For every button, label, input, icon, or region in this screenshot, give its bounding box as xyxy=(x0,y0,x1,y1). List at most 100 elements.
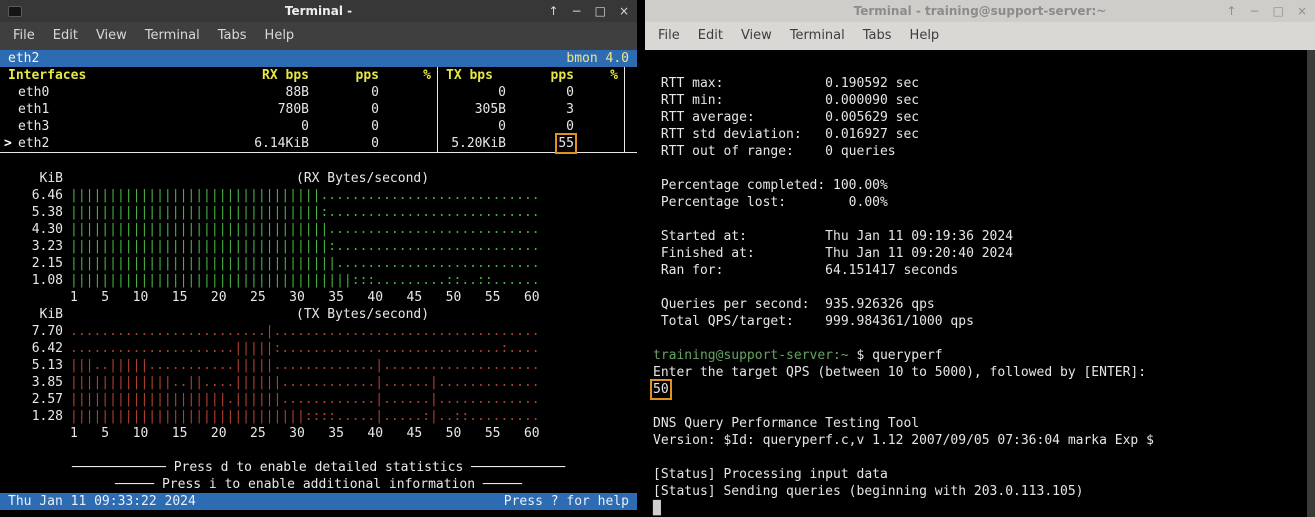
rollup-button[interactable]: ↑ xyxy=(548,0,558,22)
minimize-button[interactable]: − xyxy=(1250,0,1260,22)
menu-tabs[interactable]: Tabs xyxy=(209,22,256,50)
tx-pps-value: 0 xyxy=(512,118,580,135)
menu-edit[interactable]: Edit xyxy=(44,22,87,50)
interface-row-eth1[interactable]: eth1 780B 0 305B 3 xyxy=(0,101,637,118)
left-window-title: Terminal - xyxy=(285,4,352,18)
rtt-max-line: RTT max: 0.190592 sec xyxy=(653,75,1315,92)
tx-pps-value: 55 xyxy=(512,135,580,152)
menu-tabs[interactable]: Tabs xyxy=(854,22,901,50)
prompt-user-host: training@support-server:~ xyxy=(653,348,849,363)
menu-file[interactable]: File xyxy=(4,22,44,50)
interface-name: eth1 xyxy=(0,101,225,118)
menu-view[interactable]: View xyxy=(87,22,136,50)
selection-marker: > xyxy=(4,135,12,152)
menu-edit[interactable]: Edit xyxy=(689,22,732,50)
queryperf-terminal-screen[interactable]: RTT max: 0.190592 sec RTT min: 0.000090 … xyxy=(645,50,1315,517)
rx-y-label: 4.30 xyxy=(0,221,70,238)
tx-bps-value: 0 xyxy=(437,84,512,101)
rx-y-label: 2.15 xyxy=(0,255,70,272)
tx-bps-value: 305B xyxy=(437,101,512,118)
total-qps-line: Total QPS/target: 999.984361/1000 qps xyxy=(653,313,1315,330)
bmon-interface-table: Interfaces RX bps pps % TX bps pps % eth… xyxy=(0,67,637,153)
tx-x-axis: 1 5 10 15 20 25 30 35 40 45 50 55 60 xyxy=(70,425,540,442)
rx-y-label: 1.08 xyxy=(0,272,70,289)
menu-terminal[interactable]: Terminal xyxy=(781,22,854,50)
right-menubar: File Edit View Terminal Tabs Help xyxy=(645,22,1315,50)
rx-pct-value xyxy=(385,135,437,152)
menu-help[interactable]: Help xyxy=(901,22,949,50)
rx-y-label: 6.46 xyxy=(0,187,70,204)
rx-pps-value: 0 xyxy=(315,101,385,118)
menu-file[interactable]: File xyxy=(649,22,689,50)
rx-bps-value: 88B xyxy=(225,84,315,101)
tx-graph-row: 5.13 |||..|||||...........|||||.........… xyxy=(0,357,637,374)
rx-graph-bars: |||||||||||||||||||||||||||||||||.......… xyxy=(70,221,540,238)
tx-graph-unit: KiB xyxy=(0,306,70,323)
rx-graph-axis: 1 5 10 15 20 25 30 35 40 45 50 55 60 xyxy=(0,289,637,306)
interface-row-eth3[interactable]: eth3 0 0 0 0 xyxy=(0,118,637,135)
blank-line xyxy=(653,160,1315,177)
col-tx-pps: pps xyxy=(512,67,580,84)
rx-graph-row: 4.30 |||||||||||||||||||||||||||||||||..… xyxy=(0,221,637,238)
close-button[interactable]: × xyxy=(619,0,629,22)
rx-graph-row: 1.08 |||||||||||||||||||||||||||||||||||… xyxy=(0,272,637,289)
bmon-version: bmon 4.0 xyxy=(566,50,629,67)
tx-y-label: 3.85 xyxy=(0,374,70,391)
rx-pps-value: 0 xyxy=(315,135,385,152)
axis-spacer xyxy=(0,425,70,442)
blank-line xyxy=(653,449,1315,466)
interface-row-eth0[interactable]: eth0 88B 0 0 0 xyxy=(0,84,637,101)
rx-graph-row: 5.38 ||||||||||||||||||||||||||||||||:..… xyxy=(0,204,637,221)
tx-y-label: 1.28 xyxy=(0,408,70,425)
tx-graph-row: 3.85 |||||||||||||..||....||||||........… xyxy=(0,374,637,391)
rx-bps-value: 6.14KiB xyxy=(225,135,315,152)
col-rx-pps: pps xyxy=(315,67,385,84)
interface-row-eth2-selected[interactable]: > eth2 6.14KiB 0 5.20KiB 55 xyxy=(0,135,637,152)
qps-input-line: 50 xyxy=(653,381,1315,398)
finished-at-line: Finished at: Thu Jan 11 09:20:40 2024 xyxy=(653,245,1315,262)
minimize-button[interactable]: − xyxy=(572,0,582,22)
close-button[interactable]: × xyxy=(1297,0,1307,22)
tx-pps-highlight-box: 55 xyxy=(558,136,574,151)
right-titlebar[interactable]: Terminal - training@support-server:~ ↑ −… xyxy=(645,0,1315,22)
rollup-button[interactable]: ↑ xyxy=(1226,0,1236,22)
right-window-controls: ↑ − □ × xyxy=(1226,0,1307,22)
rx-graph-row: 2.15 ||||||||||||||||||||||||||||||||||.… xyxy=(0,255,637,272)
left-terminal-window: Terminal - ↑ − □ × File Edit View Termin… xyxy=(0,0,637,517)
cursor-line: █ xyxy=(653,500,1315,517)
tx-pps-value: 0 xyxy=(512,84,580,101)
blank-line xyxy=(0,153,637,170)
left-titlebar[interactable]: Terminal - ↑ − □ × xyxy=(0,0,637,22)
tx-graph-bars: ||||||||||||||||||||||||||||||::::.....|… xyxy=(70,408,540,425)
maximize-button[interactable]: □ xyxy=(1273,0,1284,22)
tx-graph-bars: |||||||||||||..||....||||||............|… xyxy=(70,374,540,391)
bmon-screen[interactable]: eth2 bmon 4.0 Interfaces RX bps pps % TX… xyxy=(0,50,637,517)
bmon-hint-detailed: ──────────── Press d to enable detailed … xyxy=(0,459,637,476)
interface-name: eth0 xyxy=(0,84,225,101)
menu-terminal[interactable]: Terminal xyxy=(136,22,209,50)
menu-help[interactable]: Help xyxy=(256,22,304,50)
tx-graph-row: 6.42 .....................|||||:........… xyxy=(0,340,637,357)
prompt-command: $ queryperf xyxy=(849,348,943,363)
rx-bps-value: 0 xyxy=(225,118,315,135)
rx-graph-bars: ||||||||||||||||||||||||||||||||:.......… xyxy=(70,204,540,221)
rx-pps-value: 0 xyxy=(315,84,385,101)
tx-graph-header: KiB (TX Bytes/second) xyxy=(0,306,637,323)
bmon-selected-interface: eth2 xyxy=(8,50,39,67)
col-interfaces: Interfaces xyxy=(0,67,225,84)
tx-y-label: 7.70 xyxy=(0,323,70,340)
rx-x-axis: 1 5 10 15 20 25 30 35 40 45 50 55 60 xyxy=(70,289,540,306)
rx-graph-title: (RX Bytes/second) xyxy=(296,170,429,187)
terminal-app-icon xyxy=(8,6,22,17)
tx-y-label: 5.13 xyxy=(0,357,70,374)
tx-graph-row: 1.28 ||||||||||||||||||||||||||||||::::.… xyxy=(0,408,637,425)
col-tx-pct: % xyxy=(580,67,625,84)
tx-pct-value xyxy=(580,118,625,135)
tx-graph-title: (TX Bytes/second) xyxy=(296,306,429,323)
rtt-out-of-range-line: RTT out of range: 0 queries xyxy=(653,143,1315,160)
maximize-button[interactable]: □ xyxy=(595,0,606,22)
blank-line xyxy=(653,58,1315,75)
menu-view[interactable]: View xyxy=(732,22,781,50)
scrollbar[interactable] xyxy=(1307,50,1315,517)
shell-prompt-line: training@support-server:~ $ queryperf xyxy=(653,347,1315,364)
